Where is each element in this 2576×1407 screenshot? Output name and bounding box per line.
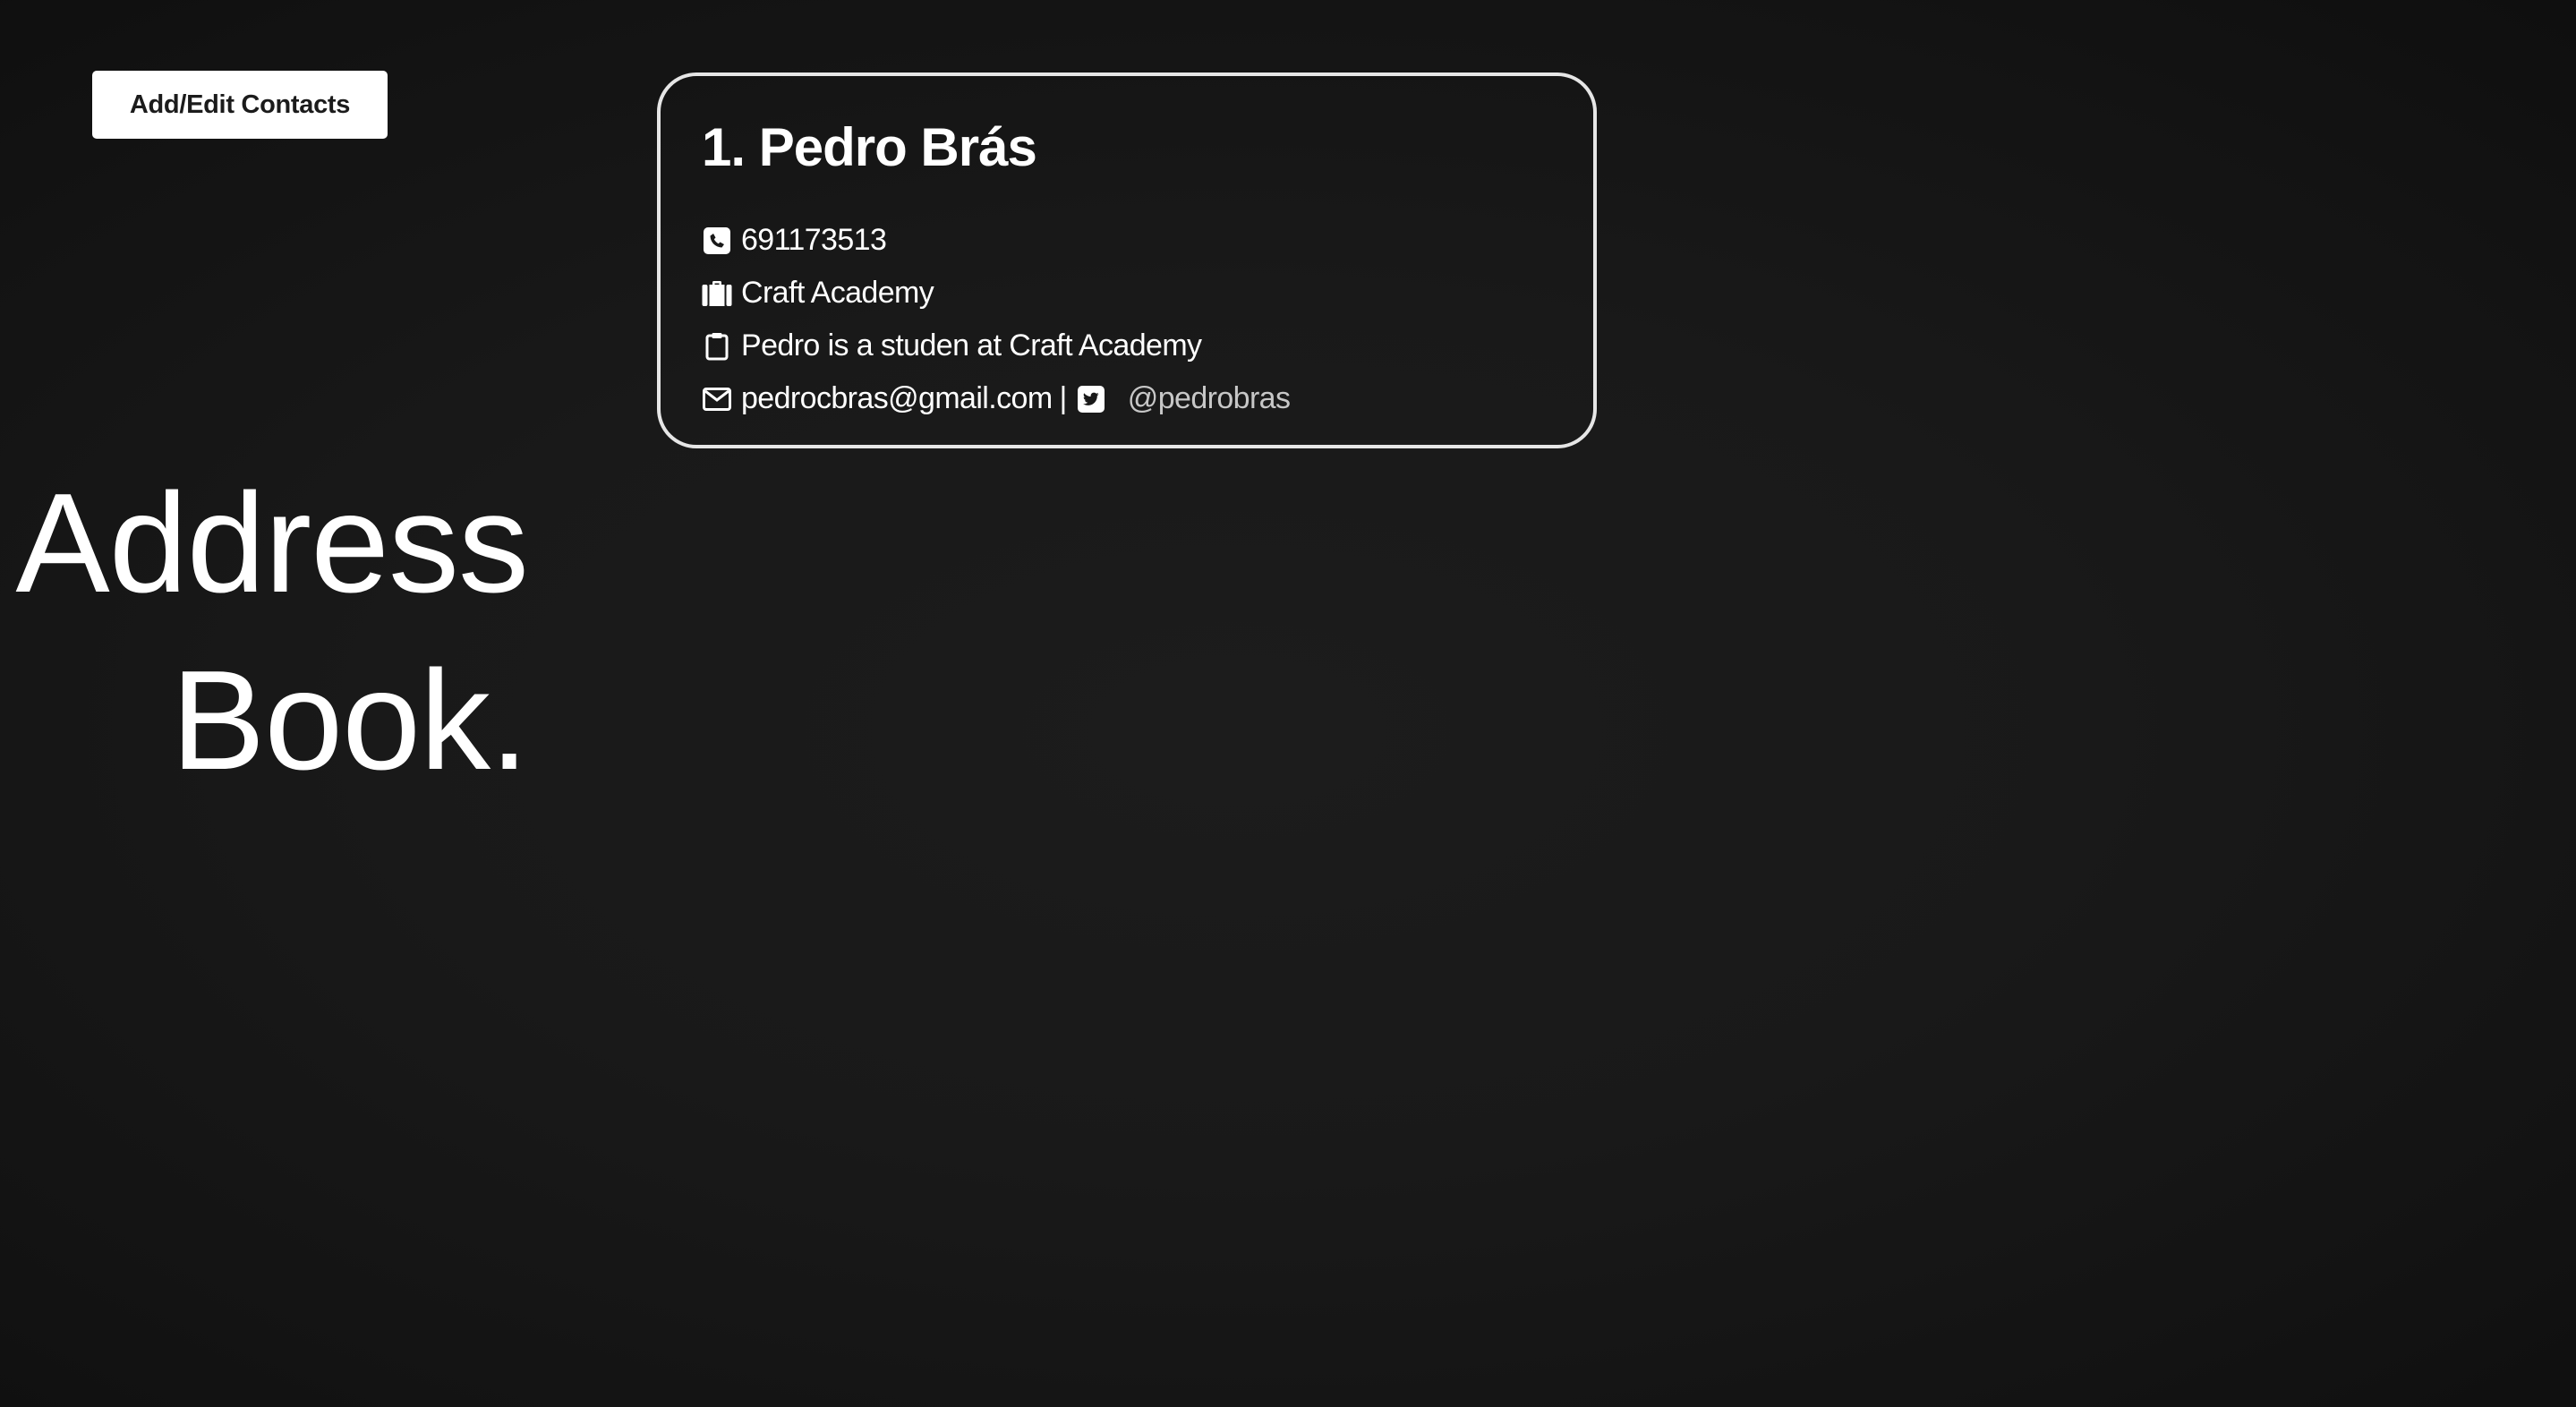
contact-company-row: Craft Academy — [702, 267, 1593, 320]
contact-card: 1. Pedro Brás 691173513 Craft Academy Pe… — [657, 72, 1597, 448]
contact-email-row: pedrocbras@gmail.com | @pedrobras — [702, 372, 1593, 425]
clipboard-icon — [702, 331, 732, 362]
contact-phone-row: 691173513 — [702, 214, 1593, 267]
contact-company: Craft Academy — [741, 276, 934, 310]
page-title-line-1: Address — [15, 465, 529, 622]
twitter-square-icon — [1076, 384, 1106, 414]
contact-twitter-link[interactable]: @pedrobras — [1128, 381, 1291, 416]
phone-square-icon — [702, 226, 732, 256]
contact-email-link[interactable]: pedrocbras@gmail.com — [741, 381, 1053, 416]
contact-name: 1. Pedro Brás — [702, 117, 1037, 177]
contact-notes-row: Pedro is a studen at Craft Academy — [702, 320, 1593, 372]
contact-notes: Pedro is a studen at Craft Academy — [741, 328, 1202, 362]
page-title: Address Book. — [0, 455, 529, 809]
add-edit-contacts-button[interactable]: Add/Edit Contacts — [92, 71, 388, 139]
envelope-icon — [702, 384, 732, 414]
briefcase-icon — [702, 278, 732, 309]
contact-separator: | — [1059, 381, 1068, 415]
page-title-line-2: Book. — [170, 642, 529, 799]
contact-phone: 691173513 — [741, 223, 887, 257]
